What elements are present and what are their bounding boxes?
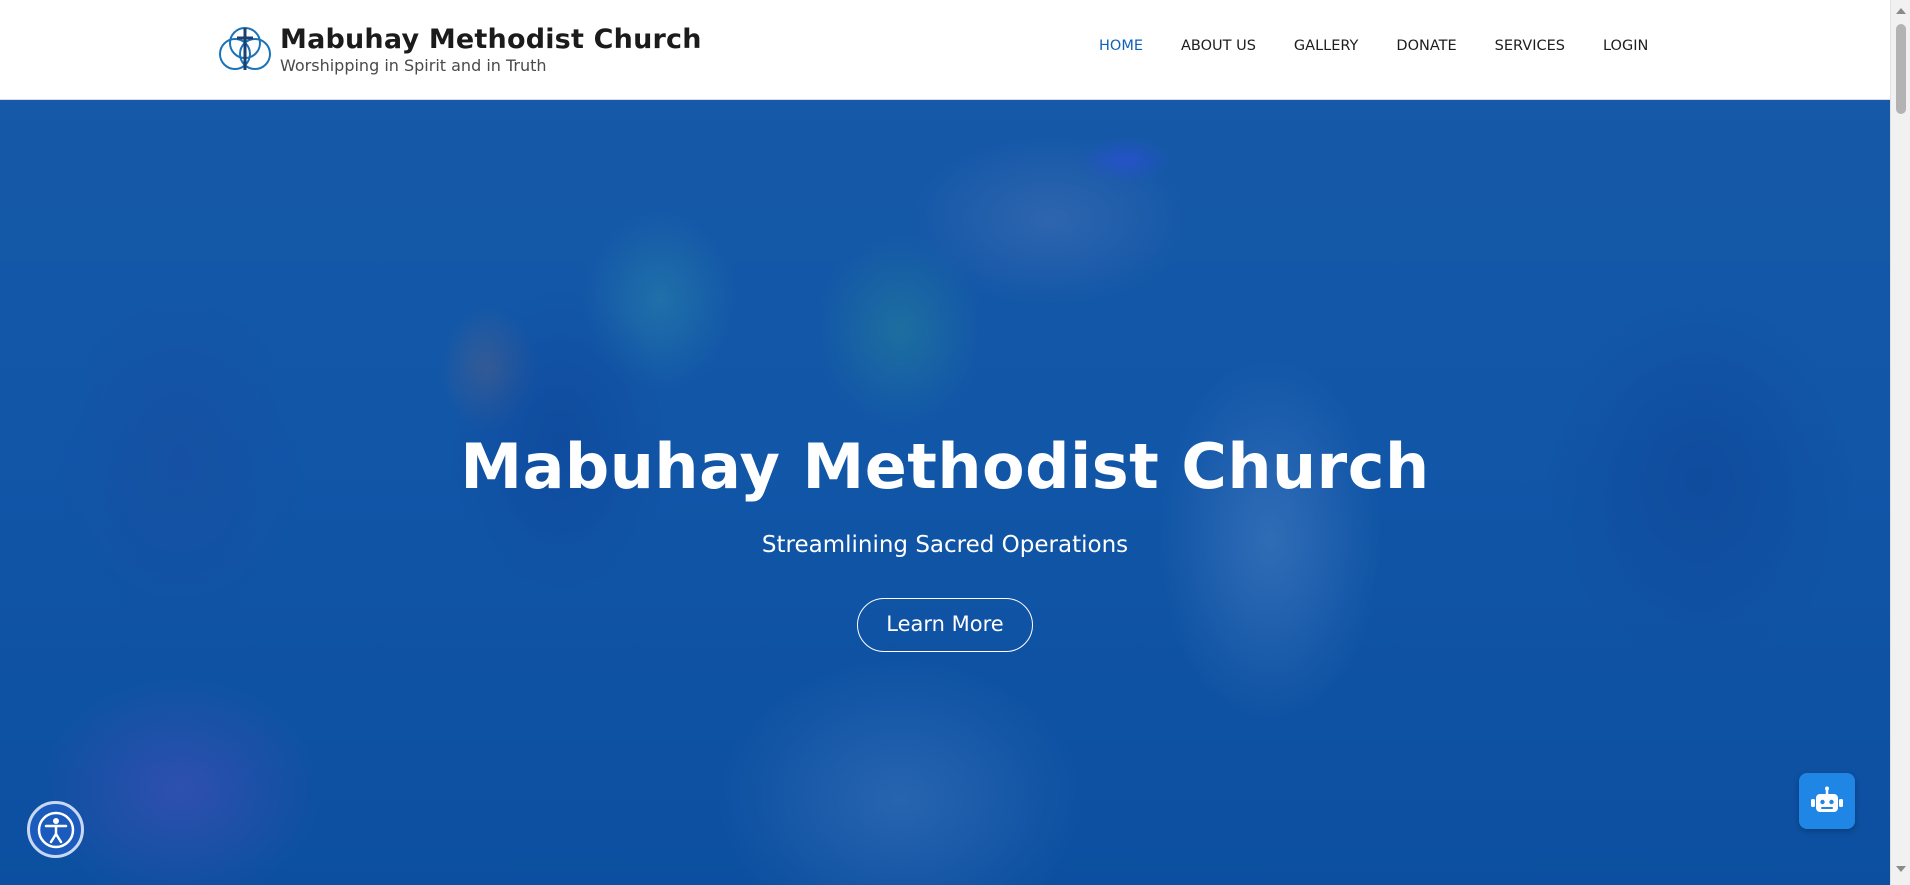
nav-donate[interactable]: DONATE <box>1396 38 1456 54</box>
scroll-thumb[interactable] <box>1896 24 1906 114</box>
scroll-up-arrow-icon[interactable] <box>1896 8 1906 14</box>
site-header: Mabuhay Methodist Church Worshipping in … <box>0 0 1890 100</box>
nav-login[interactable]: LOGIN <box>1603 38 1648 54</box>
scroll-down-arrow-icon[interactable] <box>1896 866 1906 872</box>
nav-gallery[interactable]: GALLERY <box>1294 38 1358 54</box>
hero-subtitle: Streamlining Sacred Operations <box>761 532 1129 558</box>
main-nav: HOME ABOUT US GALLERY DONATE SERVICES LO… <box>1080 38 1667 54</box>
nav-about-us[interactable]: ABOUT US <box>1181 38 1256 54</box>
cross-in-circles-icon <box>219 27 271 70</box>
accessibility-button[interactable] <box>27 801 84 858</box>
nav-home[interactable]: HOME <box>1099 38 1143 54</box>
site-title[interactable]: Mabuhay Methodist Church <box>280 24 702 56</box>
brand[interactable]: Mabuhay Methodist Church Worshipping in … <box>218 24 702 76</box>
nav-services[interactable]: SERVICES <box>1495 38 1565 54</box>
robot-icon <box>1811 786 1843 812</box>
page-scrollbar[interactable] <box>1890 0 1910 885</box>
accessibility-icon <box>37 811 74 848</box>
chatbot-button[interactable] <box>1799 773 1855 829</box>
hero-section: Mabuhay Methodist Church Streamlining Sa… <box>0 100 1890 885</box>
site-tagline: Worshipping in Spirit and in Truth <box>280 56 547 75</box>
hero-title: Mabuhay Methodist Church <box>460 430 1430 503</box>
learn-more-button[interactable]: Learn More <box>857 598 1033 652</box>
